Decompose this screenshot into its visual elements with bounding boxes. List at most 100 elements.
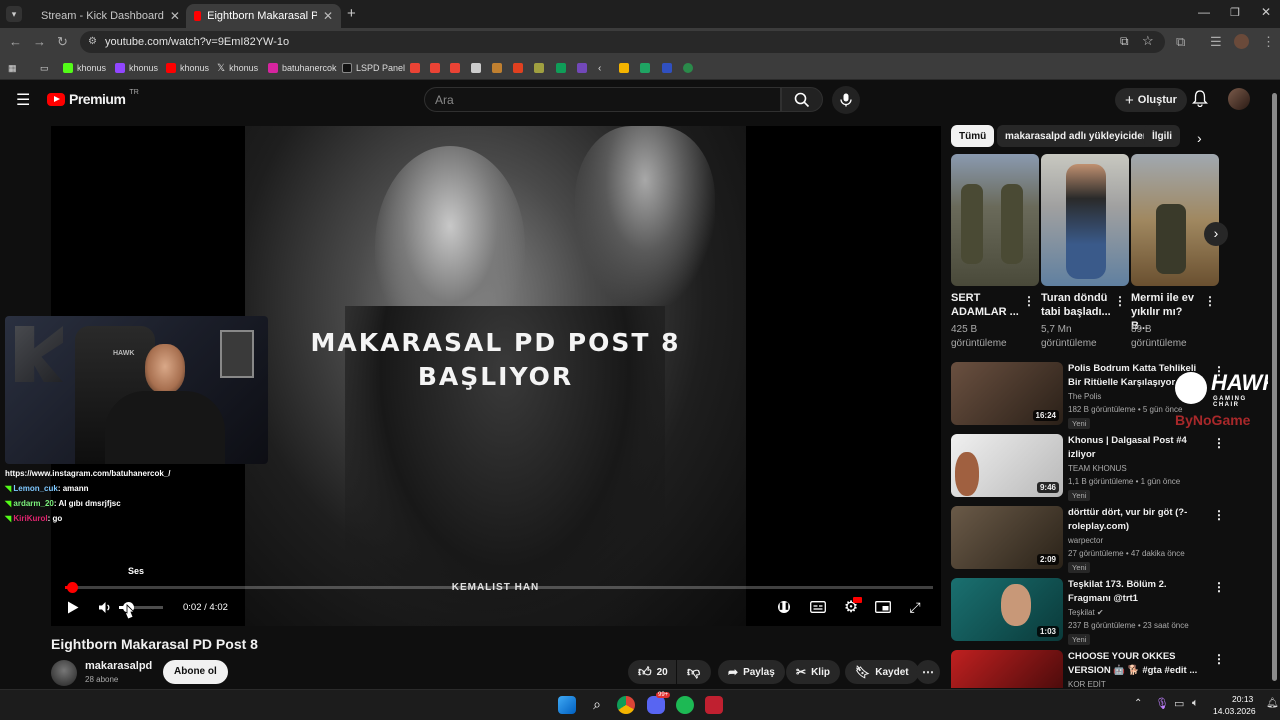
fullscreen-button[interactable]: ⤢ (905, 596, 925, 618)
autoplay-toggle[interactable]: ❚❚ (776, 596, 792, 618)
settings-button[interactable]: ⚙ (841, 596, 862, 618)
bookmark-14[interactable] (662, 61, 672, 75)
bookmark-doc[interactable] (471, 61, 481, 75)
video-thumbnail[interactable] (951, 650, 1063, 688)
chip-related[interactable]: İlgili (1144, 125, 1180, 147)
app-icon[interactable] (705, 696, 723, 714)
chip-all[interactable]: Tümü (951, 125, 995, 147)
short-title[interactable]: SERT ADAMLAR ... (951, 291, 1021, 319)
minimize-icon[interactable]: — (1198, 5, 1210, 19)
play-button[interactable] (63, 596, 83, 618)
clock-date[interactable]: 14.03.2026 (1213, 706, 1256, 716)
list-item[interactable]: 9:46 Khonus | Dalgasal Post #4 izliyor T… (951, 434, 1225, 501)
channel-avatar[interactable] (51, 660, 77, 686)
account-avatar[interactable] (1228, 88, 1250, 110)
subscribe-button[interactable]: Abone ol (163, 660, 228, 684)
speaker-icon[interactable]: 🔈︎ (1192, 697, 1199, 710)
progress-bar[interactable] (65, 582, 933, 593)
new-tab-button[interactable]: + (347, 5, 356, 22)
short-more-icon[interactable]: ⋮ (1114, 294, 1126, 308)
bookmark-instagram[interactable]: batuhanercok (268, 61, 337, 75)
short-more-icon[interactable]: ⋮ (1023, 294, 1035, 308)
bookmark-sheets[interactable] (556, 61, 566, 75)
video-item-title[interactable]: dörttür dört, vur bir göt (?-roleplay.co… (1068, 506, 1208, 534)
more-icon[interactable]: ⋮ (1213, 652, 1221, 666)
bookmark-gmail-1[interactable] (410, 61, 420, 75)
more-icon[interactable]: ⋮ (1213, 436, 1225, 450)
page-scrollbar[interactable] (1268, 81, 1280, 689)
video-item-title[interactable]: Teşkilat 173. Bölüm 2. Fragmanı @trt1 (1068, 578, 1208, 606)
bookmark-lspd[interactable]: LSPD Panel (342, 61, 405, 75)
bookmark-11[interactable]: ‹ (598, 61, 601, 75)
tab-youtube-video[interactable]: Eightborn Makarasal PD Post 8 ✕ (186, 4, 341, 28)
video-thumbnail[interactable]: 16:24 (951, 362, 1063, 425)
clip-button[interactable]: ✂ Klip (786, 660, 840, 684)
miniplayer-button[interactable] (873, 596, 893, 618)
short-title[interactable]: Turan döndü tabi başladı... (1041, 291, 1111, 319)
bookmark-twitch[interactable]: khonus (115, 61, 158, 75)
save-button[interactable]: 🔖︎ Kaydet (845, 660, 919, 684)
forward-icon[interactable]: → (33, 34, 46, 49)
video-item-title[interactable]: Khonus | Dalgasal Post #4 izliyor (1068, 434, 1208, 462)
clock-time[interactable]: 20:13 (1232, 694, 1253, 704)
profile-avatar[interactable] (1234, 34, 1249, 49)
list-item[interactable]: CHOOSE YOUR OKKES VERSION 🤖 🐕 #gta #edit… (951, 650, 1221, 688)
discord-icon[interactable]: 99+ (647, 692, 671, 714)
address-bar[interactable]: ⚙ youtube.com/watch?v=9EmI82YW-1o ⧉ ☆ (80, 31, 1165, 53)
bookmark-gmail-2[interactable] (430, 61, 440, 75)
bookmark-drive[interactable] (640, 61, 650, 75)
tray-chevron-icon[interactable]: ⌃ (1134, 698, 1142, 709)
bookmark-star-icon[interactable]: ☆ (1142, 33, 1154, 49)
bookmark-gmail-3[interactable] (450, 61, 460, 75)
more-icon[interactable]: ⋮ (1213, 580, 1225, 594)
shorts-next-button[interactable]: › (1204, 222, 1228, 246)
close-icon[interactable]: ✕ (170, 9, 180, 23)
install-icon[interactable]: ⧉ (1120, 34, 1129, 49)
tab-list-dropdown[interactable]: ▾ (6, 6, 22, 22)
video-thumbnail[interactable]: 2:09 (951, 506, 1063, 569)
voice-search-button[interactable] (832, 86, 860, 114)
mute-button[interactable] (95, 596, 115, 618)
search-button[interactable] (781, 87, 823, 112)
notifications-bell-icon[interactable] (1191, 90, 1209, 112)
chip-from-uploader[interactable]: makarasalpd adlı yükleyiciden (997, 125, 1157, 147)
short-more-icon[interactable]: ⋮ (1204, 294, 1216, 308)
menu-icon[interactable]: ⋮ (1262, 34, 1275, 50)
notification-center-icon[interactable]: 🔔︎ (1266, 698, 1279, 709)
reload-icon[interactable]: ↻ (57, 34, 68, 50)
more-icon[interactable]: ⋮ (1213, 508, 1225, 522)
restore-icon[interactable]: ❐ (1230, 6, 1240, 19)
scrollbar-thumb[interactable] (1272, 93, 1277, 681)
bookmark-youtube[interactable]: khonus (166, 61, 209, 75)
like-button[interactable]: 👍︎ 20 (628, 660, 676, 684)
folder-icon[interactable]: ▭ (40, 61, 49, 75)
apps-icon[interactable]: ▦ (8, 61, 17, 75)
short-thumbnail[interactable] (951, 154, 1039, 286)
extensions-icon[interactable]: ⧉ (1176, 34, 1185, 50)
youtube-logo[interactable]: Premium TR (47, 89, 139, 107)
dislike-button[interactable]: 👎︎ (677, 660, 711, 684)
tab-kick-dashboard[interactable]: Stream - Kick Dashboard ✕ (27, 4, 182, 28)
search-icon[interactable]: ⌕ (588, 696, 606, 714)
close-window-icon[interactable]: ✕ (1261, 5, 1271, 19)
bookmark-15[interactable] (683, 61, 693, 75)
bookmark-12[interactable] (619, 61, 629, 75)
hamburger-menu-icon[interactable]: ☰ (16, 90, 30, 110)
video-thumbnail[interactable]: 9:46 (951, 434, 1063, 497)
spotify-icon[interactable] (676, 696, 694, 714)
short-thumbnail[interactable] (1041, 154, 1129, 286)
bookmark-7[interactable] (513, 61, 523, 75)
channel-name[interactable]: makarasalpd (85, 660, 152, 672)
list-item[interactable]: 1:03 Teşkilat 173. Bölüm 2. Fragmanı @tr… (951, 578, 1225, 645)
windows-start-icon[interactable] (558, 696, 576, 714)
video-thumbnail[interactable]: 1:03 (951, 578, 1063, 641)
network-icon[interactable]: ▭ (1174, 697, 1184, 710)
video-item-channel[interactable]: TEAM KHONUS (1068, 464, 1127, 473)
video-item-channel[interactable]: The Polis (1068, 392, 1101, 401)
video-item-channel[interactable]: Teşkilat ✔ (1068, 608, 1104, 617)
media-icon[interactable]: ☰ (1210, 34, 1222, 50)
chevron-right-icon[interactable]: › (1197, 130, 1202, 146)
share-button[interactable]: ➦ Paylaş (718, 660, 785, 684)
create-button[interactable]: + Oluştur (1115, 88, 1187, 112)
mic-tray-icon[interactable]: 🎙︎ (1155, 697, 1169, 710)
